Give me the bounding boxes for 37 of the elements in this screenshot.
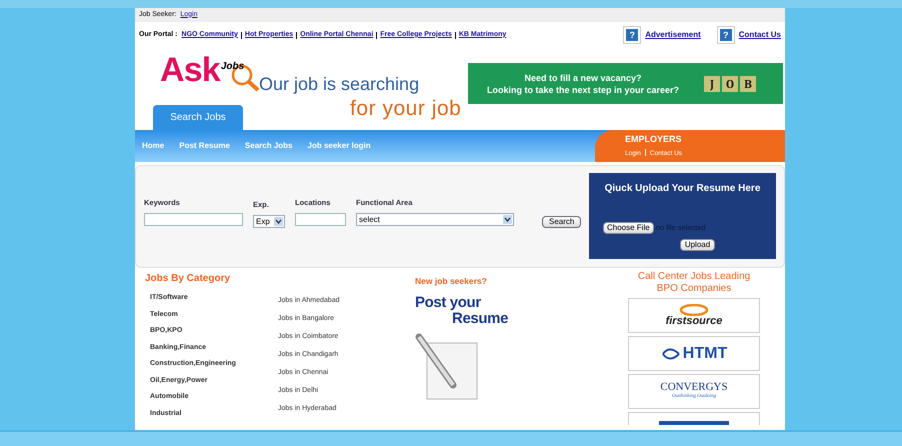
company-logo[interactable]: HTMT: [628, 336, 760, 371]
header-link[interactable]: Contact Us: [738, 29, 781, 41]
company-logo[interactable]: [628, 412, 760, 425]
company-name: CONVERGYS: [660, 382, 728, 394]
chevron-icon: [503, 215, 512, 224]
promo-text: Resume: [452, 310, 508, 327]
section-title: New job seekers?: [415, 275, 488, 288]
choose-file-button[interactable]: Choose File: [603, 222, 654, 234]
tagline: Our job is searching: [259, 73, 420, 96]
tagline: for your job: [350, 96, 462, 122]
chevron-icon: [274, 217, 283, 226]
swirl-icon: [679, 304, 709, 316]
promo-text: Post your: [415, 294, 482, 311]
swoosh-icon: [660, 346, 681, 360]
company-name: firstsource: [666, 316, 722, 327]
banner-text: Need to fill a new vacancy?: [524, 72, 642, 84]
input-field[interactable]: [144, 213, 243, 226]
section-title: Jobs By Category: [145, 272, 232, 286]
notepad-pencil-icon: [415, 332, 479, 401]
banner-text: Looking to take the next step in your career?: [486, 84, 680, 96]
section-title: Call Center Jobs Leading BPO Companies: [636, 271, 752, 295]
help-icon: ?: [626, 29, 638, 41]
letter-tile: J: [704, 76, 720, 92]
search-button[interactable]: Search: [542, 216, 582, 228]
select-field[interactable]: select: [356, 213, 514, 226]
upload-button[interactable]: Upload: [680, 239, 716, 251]
company-logo[interactable]: firstsource: [628, 298, 760, 333]
select-field[interactable]: Exp: [253, 215, 285, 228]
employers-title: EMPLOYERS: [625, 133, 683, 146]
company-name: HTMT: [682, 346, 728, 362]
help-icon: ?: [720, 29, 732, 41]
letter-tile: O: [722, 76, 738, 92]
logo-text: Ask: [160, 53, 220, 87]
input-field[interactable]: [295, 213, 346, 226]
header-link[interactable]: Advertisement: [645, 29, 701, 41]
letter-tile: B: [740, 76, 756, 92]
upload-title: Qiuck Upload Your Resume Here: [604, 182, 760, 196]
